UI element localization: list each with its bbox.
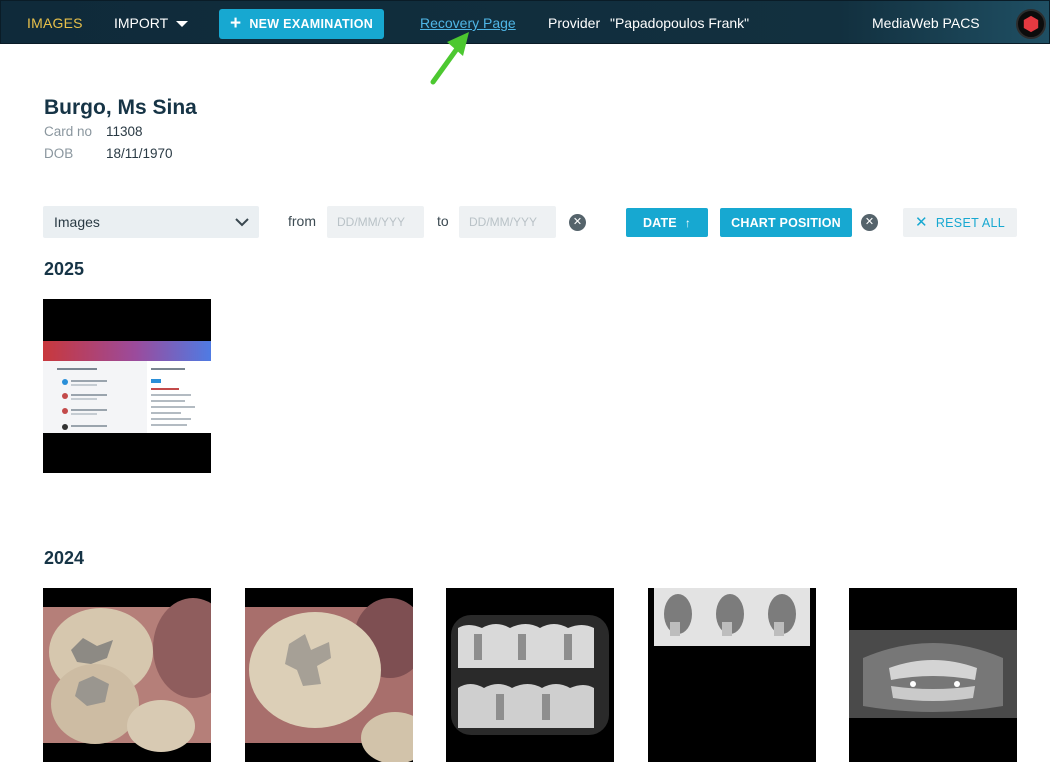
intraoral-photo-icon bbox=[43, 588, 211, 762]
app-name: MediaWeb PACS bbox=[872, 15, 980, 31]
plus-icon: + bbox=[229, 12, 242, 34]
year-heading-2025: 2025 bbox=[44, 259, 85, 279]
nav-images-tab[interactable]: IMAGES bbox=[27, 15, 83, 31]
sort-date-button[interactable]: DATE ↑ bbox=[626, 208, 708, 237]
screenshot-thumbnail-icon bbox=[43, 299, 211, 473]
clear-chart-position-icon[interactable]: ✕ bbox=[861, 214, 878, 231]
chart-position-label: CHART POSITION bbox=[731, 215, 841, 230]
new-examination-label: NEW EXAMINATION bbox=[249, 17, 374, 31]
image-thumbnail[interactable] bbox=[446, 588, 614, 762]
xray-bitewing-icon bbox=[446, 588, 614, 762]
nav-import-menu[interactable]: IMPORT bbox=[114, 15, 189, 31]
mediaweb-logo-icon[interactable] bbox=[1016, 9, 1046, 39]
date-from-input[interactable] bbox=[327, 206, 424, 238]
provider-label: Provider bbox=[548, 15, 601, 31]
reset-all-label: RESET ALL bbox=[935, 215, 1006, 230]
image-thumbnail[interactable] bbox=[648, 588, 816, 762]
image-thumbnail[interactable] bbox=[849, 588, 1017, 762]
dob-value: 18/11/1970 bbox=[106, 146, 173, 161]
chevron-down-icon bbox=[235, 217, 249, 226]
provider-name[interactable]: "Papadopoulos Frank" bbox=[610, 15, 749, 31]
image-thumbnail[interactable] bbox=[43, 588, 211, 762]
intraoral-photo-icon bbox=[245, 588, 413, 762]
from-label: from bbox=[288, 213, 316, 229]
new-examination-button[interactable]: + NEW EXAMINATION bbox=[219, 9, 384, 39]
image-thumbnail[interactable] bbox=[43, 299, 211, 473]
arrow-up-icon: ↑ bbox=[684, 215, 692, 230]
media-type-selected: Images bbox=[54, 214, 100, 230]
dob-label: DOB bbox=[44, 146, 74, 161]
card-number-value: 11308 bbox=[106, 124, 143, 139]
patient-name: Burgo, Ms Sina bbox=[44, 96, 197, 119]
nav-import-label: IMPORT bbox=[114, 15, 169, 31]
reset-all-button[interactable]: ✕ RESET ALL bbox=[903, 208, 1017, 237]
annotation-arrow-icon bbox=[430, 32, 469, 85]
media-type-select[interactable]: Images bbox=[43, 206, 259, 238]
year-heading-2024: 2024 bbox=[44, 548, 85, 568]
xray-panoramic-icon bbox=[849, 588, 1017, 762]
chevron-down-icon bbox=[176, 20, 189, 27]
recovery-page-link[interactable]: Recovery Page bbox=[420, 15, 516, 31]
sort-date-label: DATE bbox=[642, 215, 677, 230]
chart-position-button[interactable]: CHART POSITION bbox=[720, 208, 852, 237]
clear-dates-icon[interactable]: ✕ bbox=[569, 214, 586, 231]
card-number-label: Card no bbox=[44, 124, 93, 139]
to-label: to bbox=[437, 213, 449, 229]
xray-cephalometric-icon bbox=[648, 588, 816, 762]
image-thumbnail[interactable] bbox=[245, 588, 413, 762]
top-navigation-bar: IMAGES IMPORT + NEW EXAMINATION Recovery… bbox=[0, 0, 1050, 44]
close-icon: ✕ bbox=[914, 214, 928, 231]
date-to-input[interactable] bbox=[459, 206, 556, 238]
